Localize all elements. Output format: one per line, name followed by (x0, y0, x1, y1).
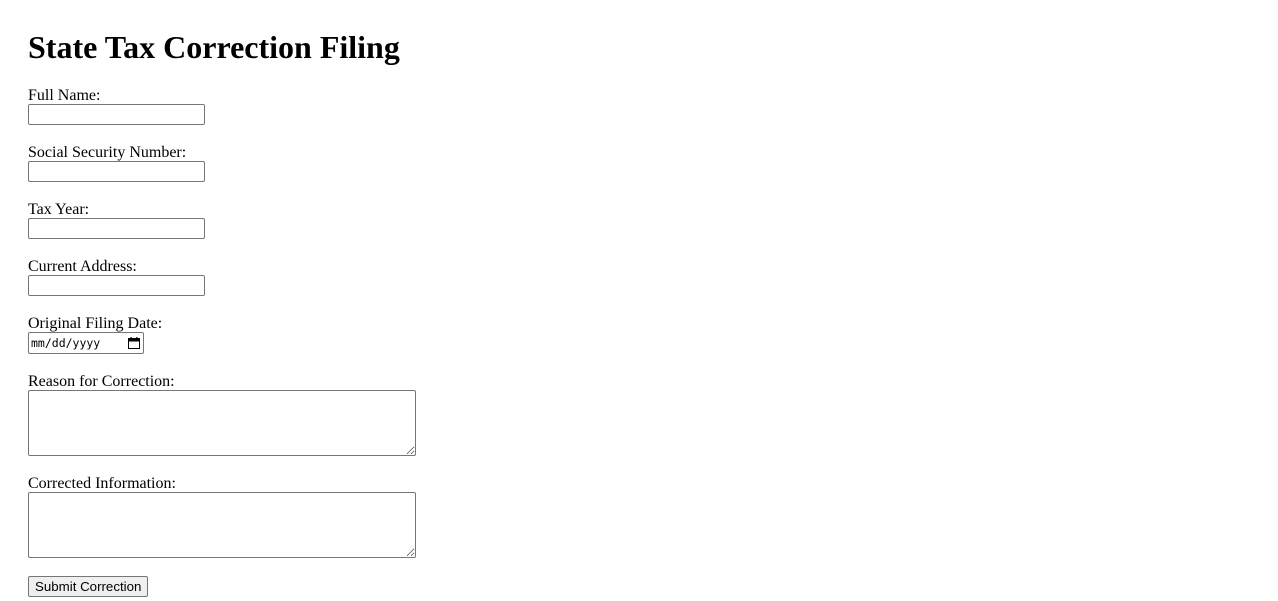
corrected-info-label: Corrected Information: (28, 475, 176, 492)
original-filing-date-group: Original Filing Date: mm/dd/yyyy (28, 315, 162, 354)
date-placeholder: mm/dd/yyyy (31, 336, 101, 350)
ssn-input[interactable] (28, 161, 205, 182)
ssn-label: Social Security Number: (28, 144, 187, 161)
current-address-group: Current Address: (28, 258, 205, 296)
tax-year-input[interactable] (28, 218, 205, 239)
original-filing-date-label: Original Filing Date: (28, 315, 163, 332)
reason-textarea[interactable] (28, 390, 416, 456)
current-address-input[interactable] (28, 275, 205, 296)
original-filing-date-input[interactable]: mm/dd/yyyy (28, 332, 144, 354)
tax-year-label: Tax Year: (28, 201, 90, 218)
full-name-group: Full Name: (28, 87, 205, 125)
reason-group: Reason for Correction: (28, 373, 416, 456)
current-address-label: Current Address: (28, 258, 137, 275)
reason-label: Reason for Correction: (28, 373, 175, 390)
corrected-info-group: Corrected Information: (28, 475, 416, 558)
corrected-info-textarea[interactable] (28, 492, 416, 558)
full-name-label: Full Name: (28, 87, 101, 104)
submit-correction-button[interactable]: Submit Correction (28, 576, 149, 597)
calendar-icon[interactable] (128, 337, 140, 349)
ssn-group: Social Security Number: (28, 144, 205, 182)
tax-year-group: Tax Year: (28, 201, 205, 239)
page-title: State Tax Correction Filing (28, 29, 400, 65)
full-name-input[interactable] (28, 104, 205, 125)
